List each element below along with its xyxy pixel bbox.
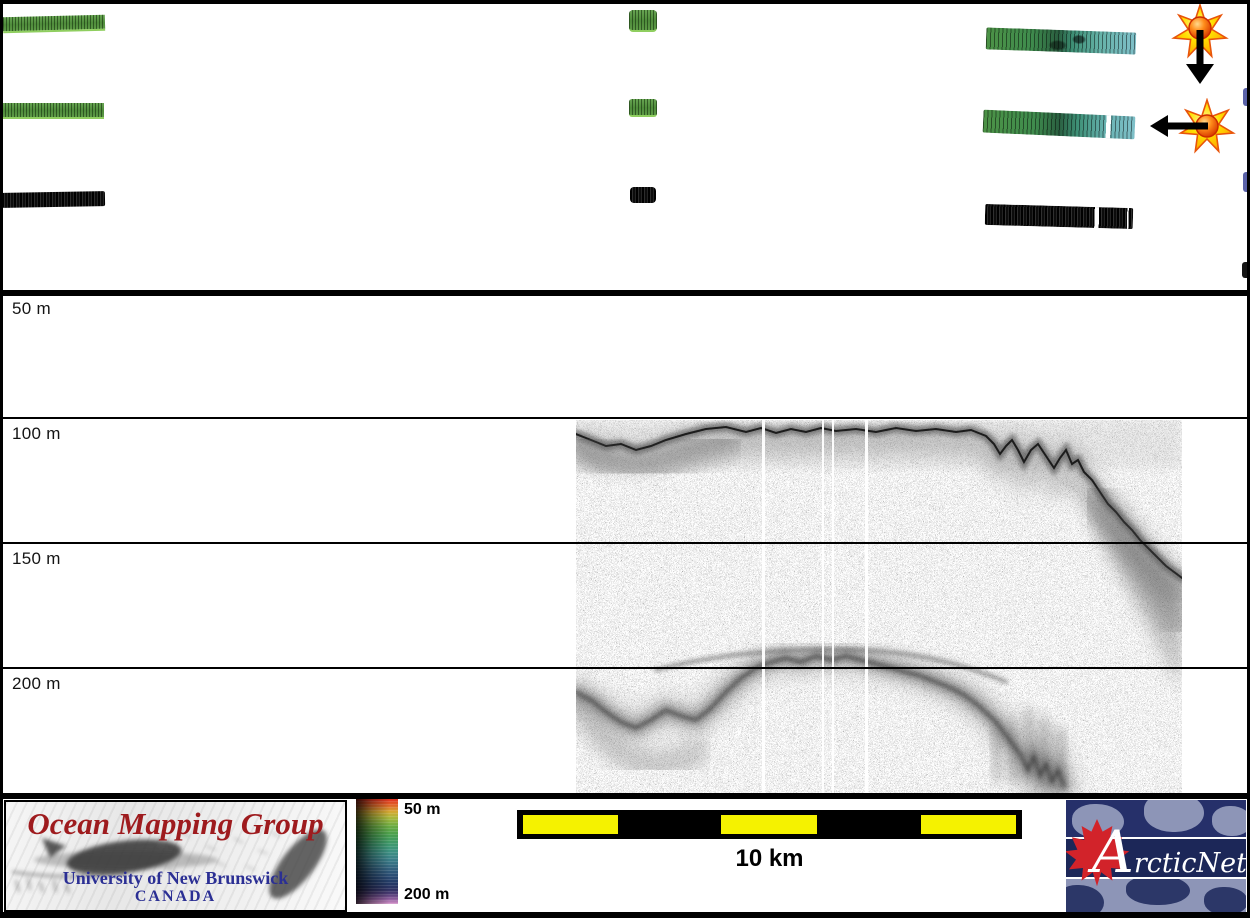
scalebar-segment <box>523 815 618 834</box>
bathymetry-strip-left-2 <box>2 103 104 119</box>
blast-arrow-left-icon <box>1148 98 1250 160</box>
scalebar-segment <box>721 815 817 834</box>
bathymetry-strip-right-3 <box>985 204 1134 229</box>
depth-label-100m: 100 m <box>12 424 61 444</box>
omg-university: University of New Brunswick <box>6 868 345 889</box>
depth-gridline-200m <box>0 667 1250 669</box>
colorbar-top-label: 50 m <box>404 801 440 819</box>
omg-title: Ocean Mapping Group <box>6 806 345 842</box>
depth-colorbar <box>356 799 398 904</box>
bathymetry-strip-left-3 <box>2 191 105 208</box>
depth-label-150m: 150 m <box>12 549 61 569</box>
frame-left <box>0 0 3 918</box>
omg-country: CANADA <box>6 888 345 906</box>
bathymetry-strip-mid-2 <box>629 99 657 117</box>
bathymetry-strip-right-1 <box>986 27 1137 54</box>
depth-gridline-150m <box>0 542 1250 544</box>
blast-arrow-down-icon <box>1169 4 1231 88</box>
colorbar-bottom-label: 200 m <box>404 886 449 904</box>
map-scalebar <box>517 810 1022 839</box>
frame-bottom <box>0 912 1250 918</box>
subbottom-echogram <box>576 420 1182 793</box>
panel-divider-top <box>0 290 1250 296</box>
bathymetry-strip-right-2 <box>983 110 1136 140</box>
ocean-mapping-group-logo: Ocean Mapping Group University of New Br… <box>4 800 347 912</box>
panel-divider-bottom <box>0 793 1250 799</box>
depth-label-50m: 50 m <box>12 299 51 319</box>
figure-canvas: 50 m 100 m 150 m 200 m <box>0 0 1250 918</box>
depth-label-200m: 200 m <box>12 674 61 694</box>
scalebar-label: 10 km <box>517 845 1022 873</box>
arcticnet-wordmark: ArcticNet <box>1092 822 1246 894</box>
bathymetry-strip-left-1 <box>3 15 105 33</box>
depth-gridline-100m <box>0 417 1250 419</box>
bathymetry-strip-mid-3 <box>630 187 656 203</box>
frame-top <box>0 0 1250 4</box>
arcticnet-logo: ArcticNet <box>1066 800 1246 912</box>
bathymetry-strip-mid-1 <box>629 10 657 32</box>
scalebar-segment <box>921 815 1016 834</box>
